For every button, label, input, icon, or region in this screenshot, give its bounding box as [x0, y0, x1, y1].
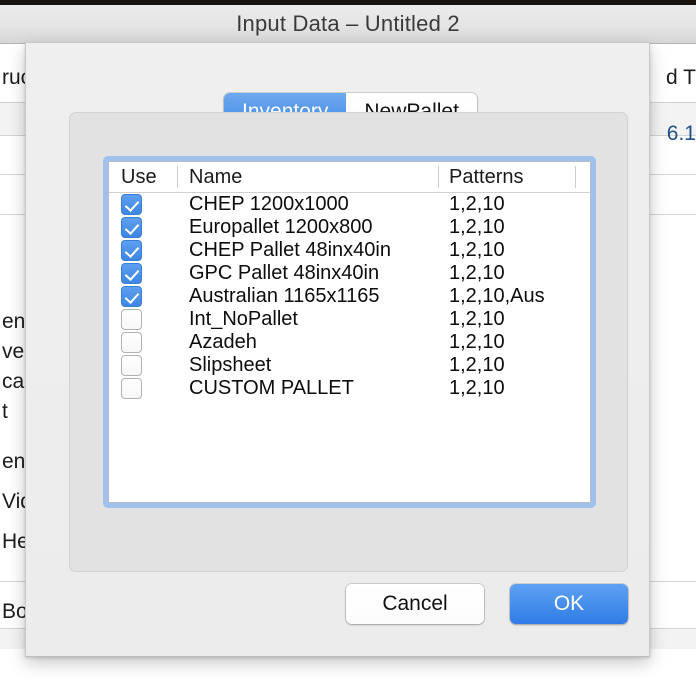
cell-patterns: 1,2,10 — [449, 193, 505, 215]
background-text-fragment: d T — [666, 66, 696, 89]
table-row[interactable]: CUSTOM PALLET 1,2,10 — [109, 377, 590, 400]
column-divider[interactable] — [177, 166, 178, 188]
column-header-name[interactable]: Name — [189, 162, 242, 192]
use-checkbox[interactable] — [121, 217, 142, 238]
cell-patterns: 1,2,10 — [449, 377, 505, 399]
window-title: Input Data – Untitled 2 — [236, 11, 460, 36]
cell-name: Australian 1165x1165 — [189, 285, 380, 307]
cell-patterns: 1,2,10 — [449, 262, 505, 284]
use-checkbox[interactable] — [121, 194, 142, 215]
table-row[interactable]: Int_NoPallet 1,2,10 — [109, 308, 590, 331]
cell-patterns: 1,2,10 — [449, 308, 505, 330]
cell-name: Europallet 1200x800 — [189, 216, 373, 238]
cell-patterns: 1,2,10 — [449, 354, 505, 376]
table-row[interactable]: Slipsheet 1,2,10 — [109, 354, 590, 377]
use-checkbox[interactable] — [121, 263, 142, 284]
cell-name: CHEP 1200x1000 — [189, 193, 349, 215]
table-body: CHEP 1200x1000 1,2,10 Europallet 1200x80… — [109, 193, 590, 400]
use-checkbox[interactable] — [121, 378, 142, 399]
pallet-list-focus-ring: Use Name Patterns CHEP 1200x1000 1,2,10 — [103, 156, 596, 508]
cell-name: GPC Pallet 48inx40in — [189, 262, 380, 284]
use-checkbox[interactable] — [121, 309, 142, 330]
cell-patterns: 1,2,10 — [449, 216, 505, 238]
table-row[interactable]: CHEP Pallet 48inx40in 1,2,10 — [109, 239, 590, 262]
cell-name: CUSTOM PALLET — [189, 377, 354, 399]
use-checkbox[interactable] — [121, 355, 142, 376]
app-root: Input Data – Untitled 2 ruc ens ved ca t… — [0, 0, 696, 690]
ok-button[interactable]: OK — [510, 584, 628, 624]
use-checkbox[interactable] — [121, 240, 142, 261]
column-header-use[interactable]: Use — [121, 162, 157, 192]
table-header-row: Use Name Patterns — [109, 162, 590, 193]
table-row[interactable]: Azadeh 1,2,10 — [109, 331, 590, 354]
background-text-fragment: 6.1 — [666, 122, 696, 145]
table-row[interactable]: GPC Pallet 48inx40in 1,2,10 — [109, 262, 590, 285]
cell-patterns: 1,2,10 — [449, 239, 505, 261]
use-checkbox[interactable] — [121, 332, 142, 353]
input-data-sheet: Inventory NewPallet Use Name Patterns — [25, 43, 650, 657]
cancel-button[interactable]: Cancel — [346, 584, 484, 624]
pallet-table[interactable]: Use Name Patterns CHEP 1200x1000 1,2,10 — [108, 161, 591, 503]
cell-name: Azadeh — [189, 331, 257, 353]
table-row[interactable]: Europallet 1200x800 1,2,10 — [109, 216, 590, 239]
column-divider[interactable] — [575, 166, 576, 188]
use-checkbox[interactable] — [121, 286, 142, 307]
window-titlebar: Input Data – Untitled 2 — [0, 5, 696, 44]
table-row[interactable]: CHEP 1200x1000 1,2,10 — [109, 193, 590, 216]
column-divider[interactable] — [438, 166, 439, 188]
cell-patterns: 1,2,10,Aus — [449, 285, 545, 307]
cell-name: Slipsheet — [189, 354, 272, 376]
column-header-patterns[interactable]: Patterns — [449, 162, 523, 192]
cell-name: Int_NoPallet — [189, 308, 298, 330]
cell-name: CHEP Pallet 48inx40in — [189, 239, 391, 261]
cell-patterns: 1,2,10 — [449, 331, 505, 353]
table-row[interactable]: Australian 1165x1165 1,2,10,Aus — [109, 285, 590, 308]
